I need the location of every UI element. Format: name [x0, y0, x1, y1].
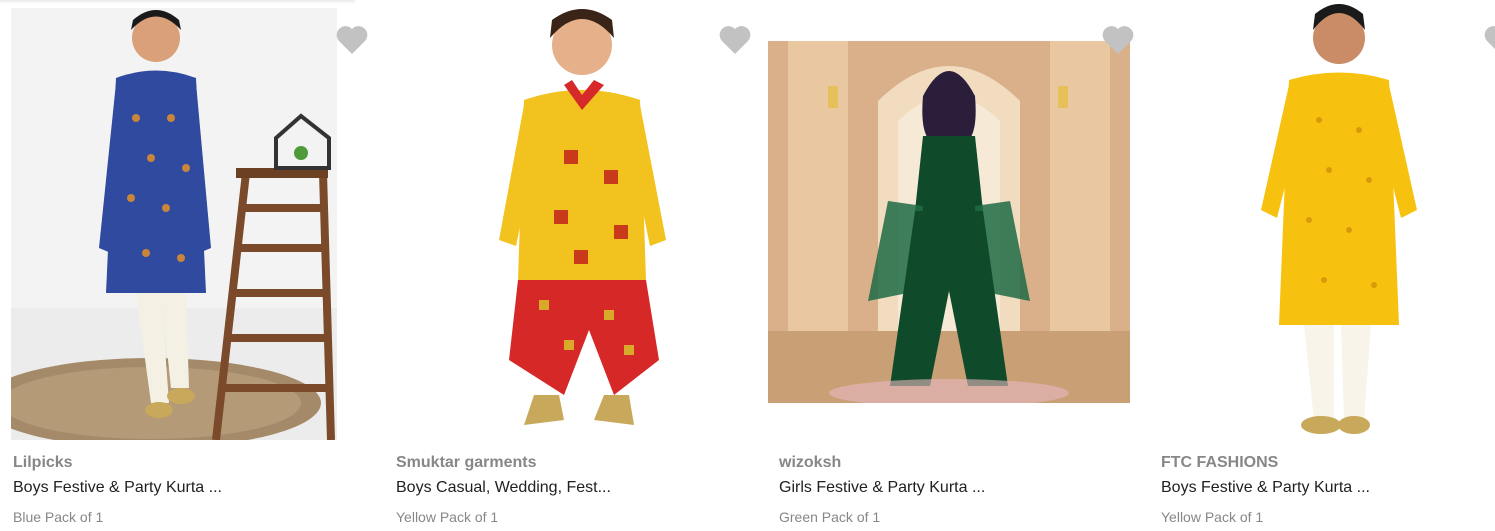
- product-image-area[interactable]: [394, 0, 756, 440]
- product-card[interactable]: FTC FASHIONS Boys Festive & Party Kurta …: [1148, 0, 1495, 531]
- product-variant: Blue Pack of 1: [13, 509, 104, 525]
- product-title[interactable]: Girls Festive & Party Kurta ...: [779, 479, 985, 497]
- boy-yellow-red-dhoti-image[interactable]: [454, 0, 704, 440]
- wishlist-heart-icon[interactable]: [1101, 24, 1135, 56]
- product-card[interactable]: Smuktar garments Boys Casual, Wedding, F…: [383, 0, 753, 531]
- product-image-area[interactable]: [1159, 0, 1495, 440]
- product-title[interactable]: Boys Casual, Wedding, Fest...: [396, 479, 611, 497]
- product-brand[interactable]: FTC FASHIONS: [1161, 454, 1278, 472]
- product-variant: Yellow Pack of 1: [396, 509, 499, 525]
- wishlist-heart-icon[interactable]: [335, 24, 369, 56]
- product-grid: Lilpicks Boys Festive & Party Kurta ... …: [0, 0, 1495, 531]
- product-variant: Green Pack of 1: [779, 509, 881, 525]
- wishlist-heart-icon[interactable]: [1483, 24, 1495, 56]
- product-image-area[interactable]: [768, 0, 1139, 440]
- product-card[interactable]: wizoksh Girls Festive & Party Kurta ... …: [766, 0, 1136, 531]
- boy-blue-kurta-image[interactable]: [11, 8, 337, 440]
- product-variant: Yellow Pack of 1: [1161, 509, 1264, 525]
- product-brand[interactable]: wizoksh: [779, 454, 841, 472]
- boy-yellow-kurta-image[interactable]: [1229, 0, 1429, 440]
- wishlist-heart-icon[interactable]: [718, 24, 752, 56]
- product-brand[interactable]: Lilpicks: [13, 454, 73, 472]
- product-image-area[interactable]: [11, 0, 373, 440]
- product-title[interactable]: Boys Festive & Party Kurta ...: [1161, 479, 1370, 497]
- product-title[interactable]: Boys Festive & Party Kurta ...: [13, 479, 222, 497]
- product-card[interactable]: Lilpicks Boys Festive & Party Kurta ... …: [0, 0, 370, 531]
- girl-green-outfit-image[interactable]: [768, 41, 1130, 403]
- product-brand[interactable]: Smuktar garments: [396, 454, 537, 472]
